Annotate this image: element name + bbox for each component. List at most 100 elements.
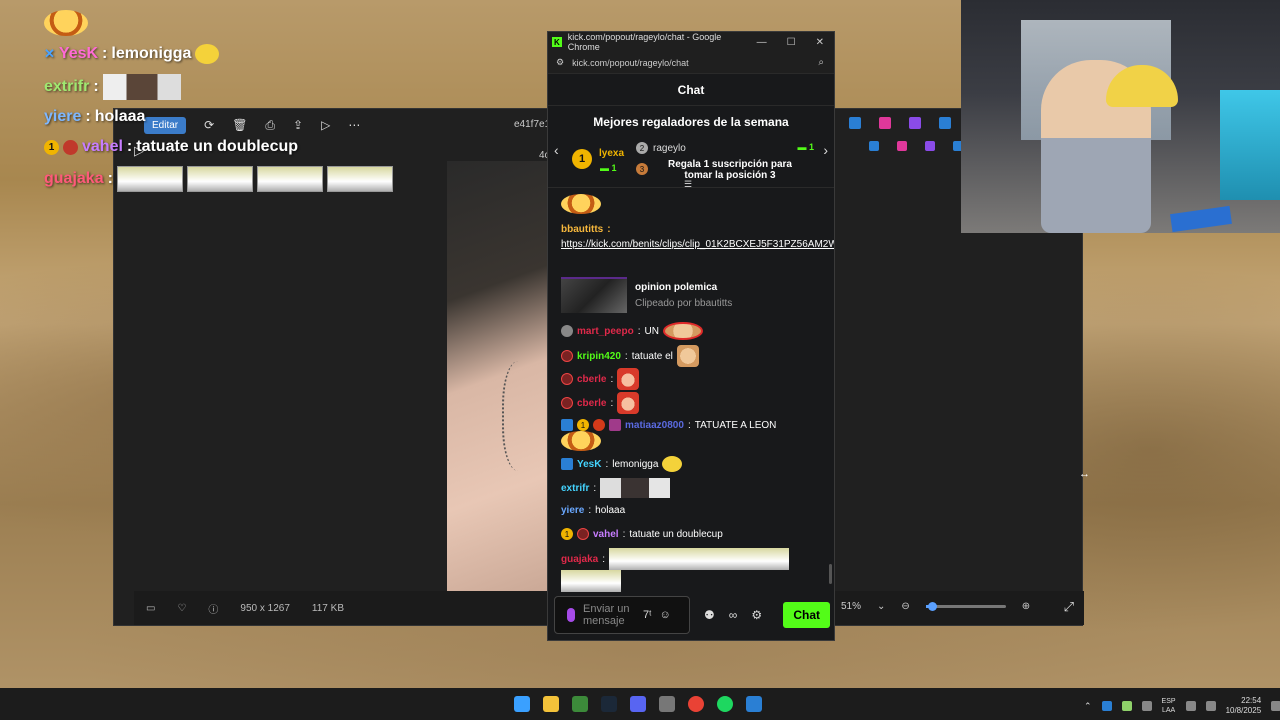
chat-input[interactable]: Enviar un mensaje 7ᵗ ☺ [554,596,690,634]
app-icon[interactable] [659,696,675,712]
zoom-out-icon[interactable]: ⊖ [901,601,909,612]
emote [256,166,323,192]
app-icon[interactable] [869,141,879,151]
app-icon[interactable] [746,696,762,712]
chevron-right-icon[interactable]: › [823,142,828,158]
fullscreen-icon[interactable]: ⤢ [1064,599,1074,615]
settings-icon[interactable]: ⚙ [751,608,762,622]
site-info-icon[interactable]: ⚙ [556,57,564,68]
chat-username[interactable]: cberle [577,398,606,409]
zoom-slider[interactable] [925,602,1006,611]
app-icon[interactable] [909,117,921,129]
file-explorer-icon[interactable] [543,696,559,712]
discord-icon[interactable] [630,696,646,712]
chat-username[interactable]: guajaka [561,554,598,565]
clip-thumbnail[interactable] [561,277,627,313]
steam-icon[interactable] [601,696,617,712]
favorite-icon[interactable]: ♡ [177,603,186,614]
emote-picker-icon[interactable]: 7ᵗ [643,609,652,621]
second-gifter-count: ▬ 1 [797,142,814,152]
volume-icon[interactable] [1205,701,1216,711]
chat-username[interactable]: kripin420 [577,351,621,362]
app-icon[interactable] [849,117,861,129]
windows-start-icon[interactable] [514,696,530,712]
zoom-controls: 51% ⌄ ⊖ ⊕ [841,601,1030,612]
clip-card[interactable]: opinion polemica Clipeado por bbautitts [561,274,819,316]
chat-username[interactable]: cberle [577,374,606,385]
chat-username[interactable]: yiere [561,505,584,516]
app-icon[interactable] [879,117,891,129]
edit-button[interactable]: Editar [144,116,187,134]
pin-badge-icon: ✕ [44,46,55,61]
rotate-icon[interactable]: ⟳ [204,118,214,132]
minimize-icon[interactable]: — [757,37,767,48]
laughing-emote [561,194,601,214]
zoom-level[interactable]: 51% [841,601,861,612]
chat-message: kripin420: tatuate el [561,345,699,367]
notification-icon[interactable] [1271,701,1280,711]
second-gifter[interactable]: 2 rageylo [636,142,686,154]
chevron-left-icon[interactable]: ‹ [554,142,559,158]
photo-emote [600,478,671,498]
delete-icon[interactable]: 🗑 [232,118,247,132]
tray-icon[interactable] [1101,701,1112,711]
chat-scrollbar[interactable] [829,564,832,584]
gift-cta[interactable]: Regala 1 suscripción para tomar la posic… [660,159,800,181]
chat-input-placeholder[interactable]: Enviar un mensaje [583,603,635,627]
smug-emote [195,44,220,64]
app-icon[interactable] [572,696,588,712]
network-icon[interactable] [1185,701,1196,711]
chevron-down-icon[interactable]: ⌄ [877,601,885,612]
app-icon[interactable] [897,141,907,151]
zoom-in-icon[interactable]: ⊕ [1022,601,1030,612]
spotify-icon[interactable] [717,696,733,712]
overlay-emote [44,10,88,36]
expand-pinned-icon[interactable]: ☰ [684,179,692,190]
chat-username[interactable]: bbautitts [561,224,603,235]
window-title: kick.com/popout/rageylo/chat - Google Ch… [567,32,722,52]
filmstrip-icon[interactable]: ▭ [146,603,155,614]
second-gifter-name: rageylo [653,142,686,154]
chat-username[interactable]: extrifr [561,483,589,494]
chat-username[interactable]: YesK [577,459,601,470]
second-place-badge: 2 [636,142,648,154]
mic-icon[interactable] [567,608,575,622]
info-icon[interactable]: ⓘ [208,601,218,616]
maximize-icon[interactable]: ☐ [787,37,796,48]
print-icon[interactable]: ⎙ [265,118,275,133]
more-icon[interactable]: ⋯ [348,118,360,132]
zoom-icon[interactable]: ⌕ [818,57,834,68]
first-gifter-name[interactable]: lyexa [599,148,624,159]
sub-badge-icon [561,397,573,409]
language-indicator[interactable]: ESP LAA [1162,697,1176,715]
cat-emote [676,345,699,367]
chrome-icon[interactable] [688,696,704,712]
users-icon[interactable]: ⚉ [704,608,715,622]
phone [1170,205,1232,233]
address-bar[interactable]: ⚙ kick.com/popout/rageylo/chat ⌕ [548,52,834,74]
slideshow-icon[interactable]: ▷ [321,118,330,132]
close-icon[interactable]: ✕ [816,37,824,48]
chat-username[interactable]: matiaaz0800 [625,420,684,431]
link-icon[interactable]: ∞ [729,608,738,622]
share-icon[interactable]: ⇪ [293,118,303,132]
app-icon[interactable] [939,117,951,129]
clip-title: opinion polemica [635,281,718,293]
send-chat-button[interactable]: Chat [783,602,830,628]
chat-username[interactable]: vahel [593,529,619,540]
photo-emote [102,74,181,100]
chat-message: 1 matiaaz0800: TATUATE A LEON [561,419,776,431]
chevron-up-icon[interactable]: ⌃ [1084,701,1092,712]
zoom-slider-handle[interactable] [927,602,937,611]
emoji-icon[interactable]: ☺ [660,609,671,621]
clock[interactable]: 22:54 10/8/2025 [1226,696,1262,716]
file-size: 117 KB [311,602,344,614]
mic-tray-icon[interactable] [1141,701,1152,711]
keyboard-layout: LAA [1161,707,1176,714]
clip-link[interactable]: https://kick.com/benits/clips/clip_01K2B… [561,237,834,252]
app-icon[interactable] [925,141,935,151]
chat-username[interactable]: mart_peepo [577,326,634,337]
url-text[interactable]: kick.com/popout/rageylo/chat [572,58,689,68]
gift-rank-badge: 1 [577,419,589,431]
tray-icon[interactable] [1121,701,1132,711]
